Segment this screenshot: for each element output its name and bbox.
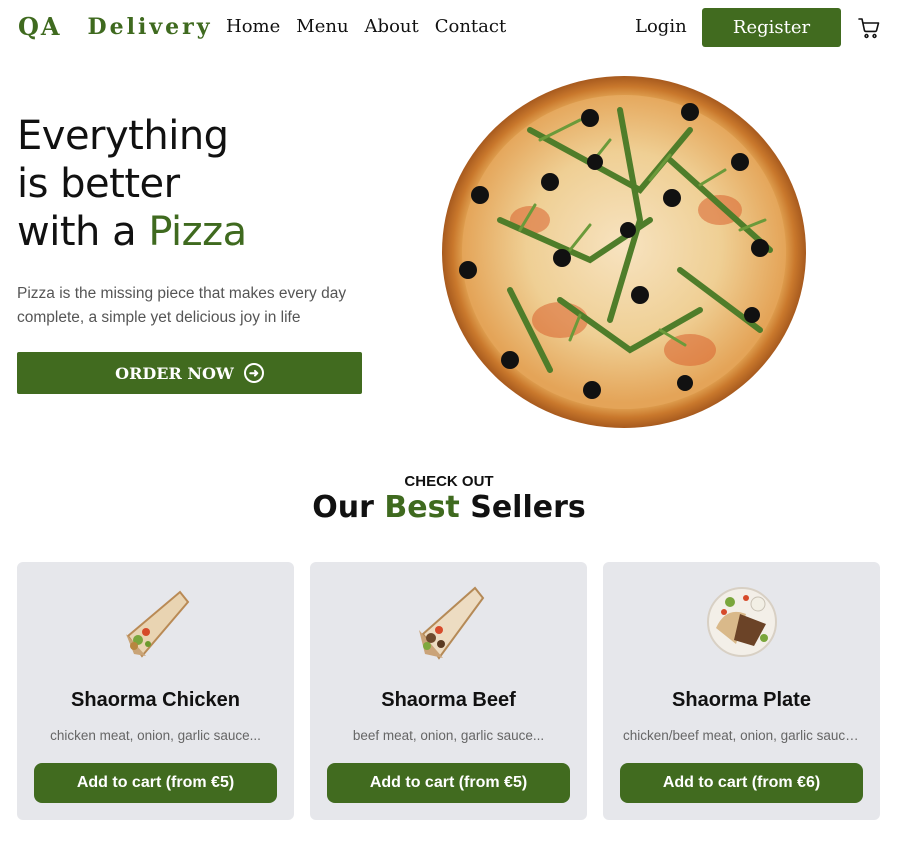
section-title: Our Best Sellers (0, 490, 898, 525)
product-name: Shaorma Beef (381, 689, 516, 711)
hero-title-accent: Pizza (148, 209, 247, 255)
order-now-label: ORDER NOW (115, 363, 234, 383)
hero-title: Everything is better with a Pizza (17, 112, 247, 256)
site-logo[interactable]: QA Delivery (18, 12, 212, 41)
order-now-button[interactable]: ORDER NOW ➜ (17, 352, 362, 394)
cart-icon[interactable] (857, 16, 881, 40)
section-title-accent: Best (384, 490, 460, 525)
product-card: Shaorma Beef beef meat, onion, garlic sa… (310, 562, 587, 820)
main-nav: Home Menu About Contact (226, 16, 506, 37)
product-description: chicken meat, onion, garlic sauce... (50, 728, 261, 743)
logo-qa: QA (18, 12, 62, 41)
product-card: Shaorma Plate chicken/beef meat, onion, … (603, 562, 880, 820)
product-description: beef meat, onion, garlic sauce... (352, 728, 545, 743)
login-link[interactable]: Login (635, 16, 687, 37)
add-to-cart-button[interactable]: Add to cart (from €6) (620, 763, 863, 803)
arrow-right-circle-icon: ➜ (243, 363, 264, 383)
shaorma-plate-image (707, 587, 777, 657)
product-cards: Shaorma Chicken chicken meat, onion, gar… (17, 562, 880, 820)
site-header: QA Delivery Home Menu About Contact Logi… (0, 0, 923, 56)
add-to-cart-button[interactable]: Add to cart (from €5) (34, 763, 277, 803)
hero-description: Pizza is the missing piece that makes ev… (17, 285, 347, 326)
product-card: Shaorma Chicken chicken meat, onion, gar… (17, 562, 294, 820)
hero-title-line1: Everything (17, 113, 229, 159)
nav-menu[interactable]: Menu (296, 16, 348, 37)
hero-title-line3: with a (17, 209, 149, 255)
shaorma-beef-image (419, 586, 485, 660)
section-title-suffix: Sellers (459, 490, 586, 525)
section-title-prefix: Our (312, 490, 385, 525)
product-description: chicken/beef meat, onion, garlic sauce..… (623, 728, 860, 743)
nav-home[interactable]: Home (226, 16, 280, 37)
nav-contact[interactable]: Contact (435, 16, 506, 37)
logo-word: Delivery (87, 13, 213, 40)
register-button[interactable]: Register (702, 8, 841, 47)
product-name: Shaorma Plate (672, 689, 811, 711)
hero-title-line2: is better (17, 161, 180, 207)
shaorma-chicken-image (126, 590, 190, 658)
add-to-cart-button[interactable]: Add to cart (from €5) (327, 763, 570, 803)
pizza-image (442, 76, 806, 428)
nav-about[interactable]: About (365, 16, 419, 37)
section-eyebrow: CHECK OUT (404, 473, 494, 490)
product-name: Shaorma Chicken (71, 689, 240, 711)
